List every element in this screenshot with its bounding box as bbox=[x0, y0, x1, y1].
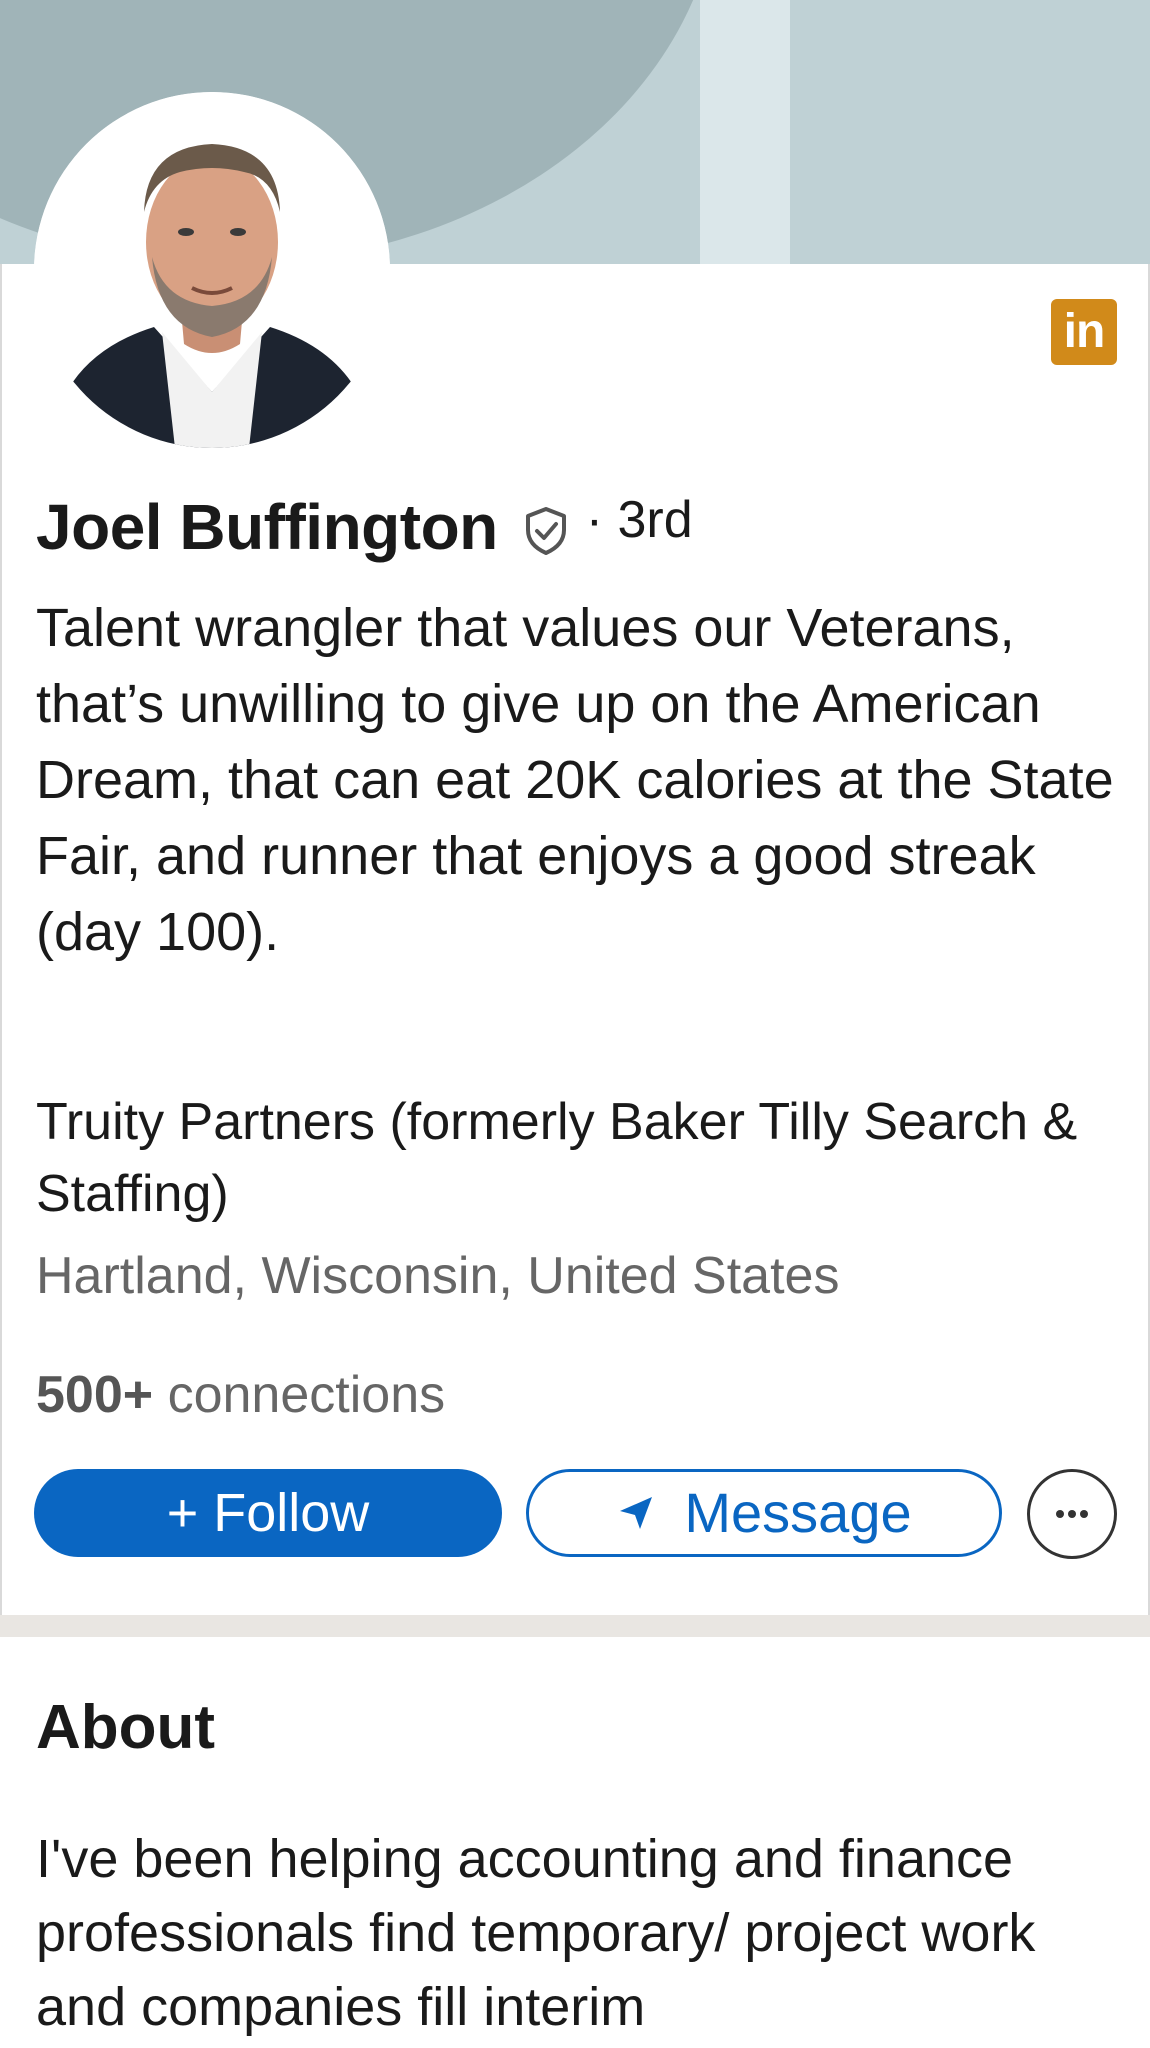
banner-stripe bbox=[700, 0, 790, 264]
profile-page: in Joel Buffington · 3rd Talent wrangler… bbox=[0, 0, 1150, 2048]
follow-button[interactable]: + Follow bbox=[34, 1469, 502, 1557]
more-icon bbox=[1056, 1510, 1088, 1518]
avatar-photo bbox=[34, 92, 390, 448]
about-heading: About bbox=[36, 1693, 216, 1762]
connections-number: 500+ bbox=[36, 1366, 154, 1424]
more-options-button[interactable] bbox=[1027, 1469, 1117, 1559]
connections-label: connections bbox=[153, 1366, 446, 1424]
section-divider bbox=[0, 1615, 1150, 1637]
message-label: Message bbox=[684, 1481, 912, 1544]
profile-company[interactable]: Truity Partners (formerly Baker Tilly Se… bbox=[36, 1086, 1116, 1230]
connections-count[interactable]: 500+ connections bbox=[36, 1360, 445, 1430]
profile-name: Joel Buffington bbox=[36, 491, 498, 563]
banner-shape-right bbox=[790, 0, 1150, 264]
verified-shield-icon[interactable] bbox=[520, 505, 572, 557]
profile-avatar[interactable] bbox=[34, 92, 390, 448]
message-button[interactable]: Message bbox=[526, 1469, 1002, 1557]
send-icon bbox=[620, 1497, 653, 1529]
about-text: I've been helping accounting and finance… bbox=[36, 1829, 1036, 2037]
name-row: Joel Buffington · 3rd bbox=[36, 490, 693, 564]
linkedin-icon: in bbox=[1051, 299, 1117, 365]
connection-degree: · 3rd bbox=[585, 491, 693, 549]
profile-headline: Talent wrangler that values our Veterans… bbox=[36, 598, 1114, 962]
card-border-left bbox=[0, 264, 2, 1615]
profile-location: Hartland, Wisconsin, United States bbox=[36, 1247, 840, 1305]
